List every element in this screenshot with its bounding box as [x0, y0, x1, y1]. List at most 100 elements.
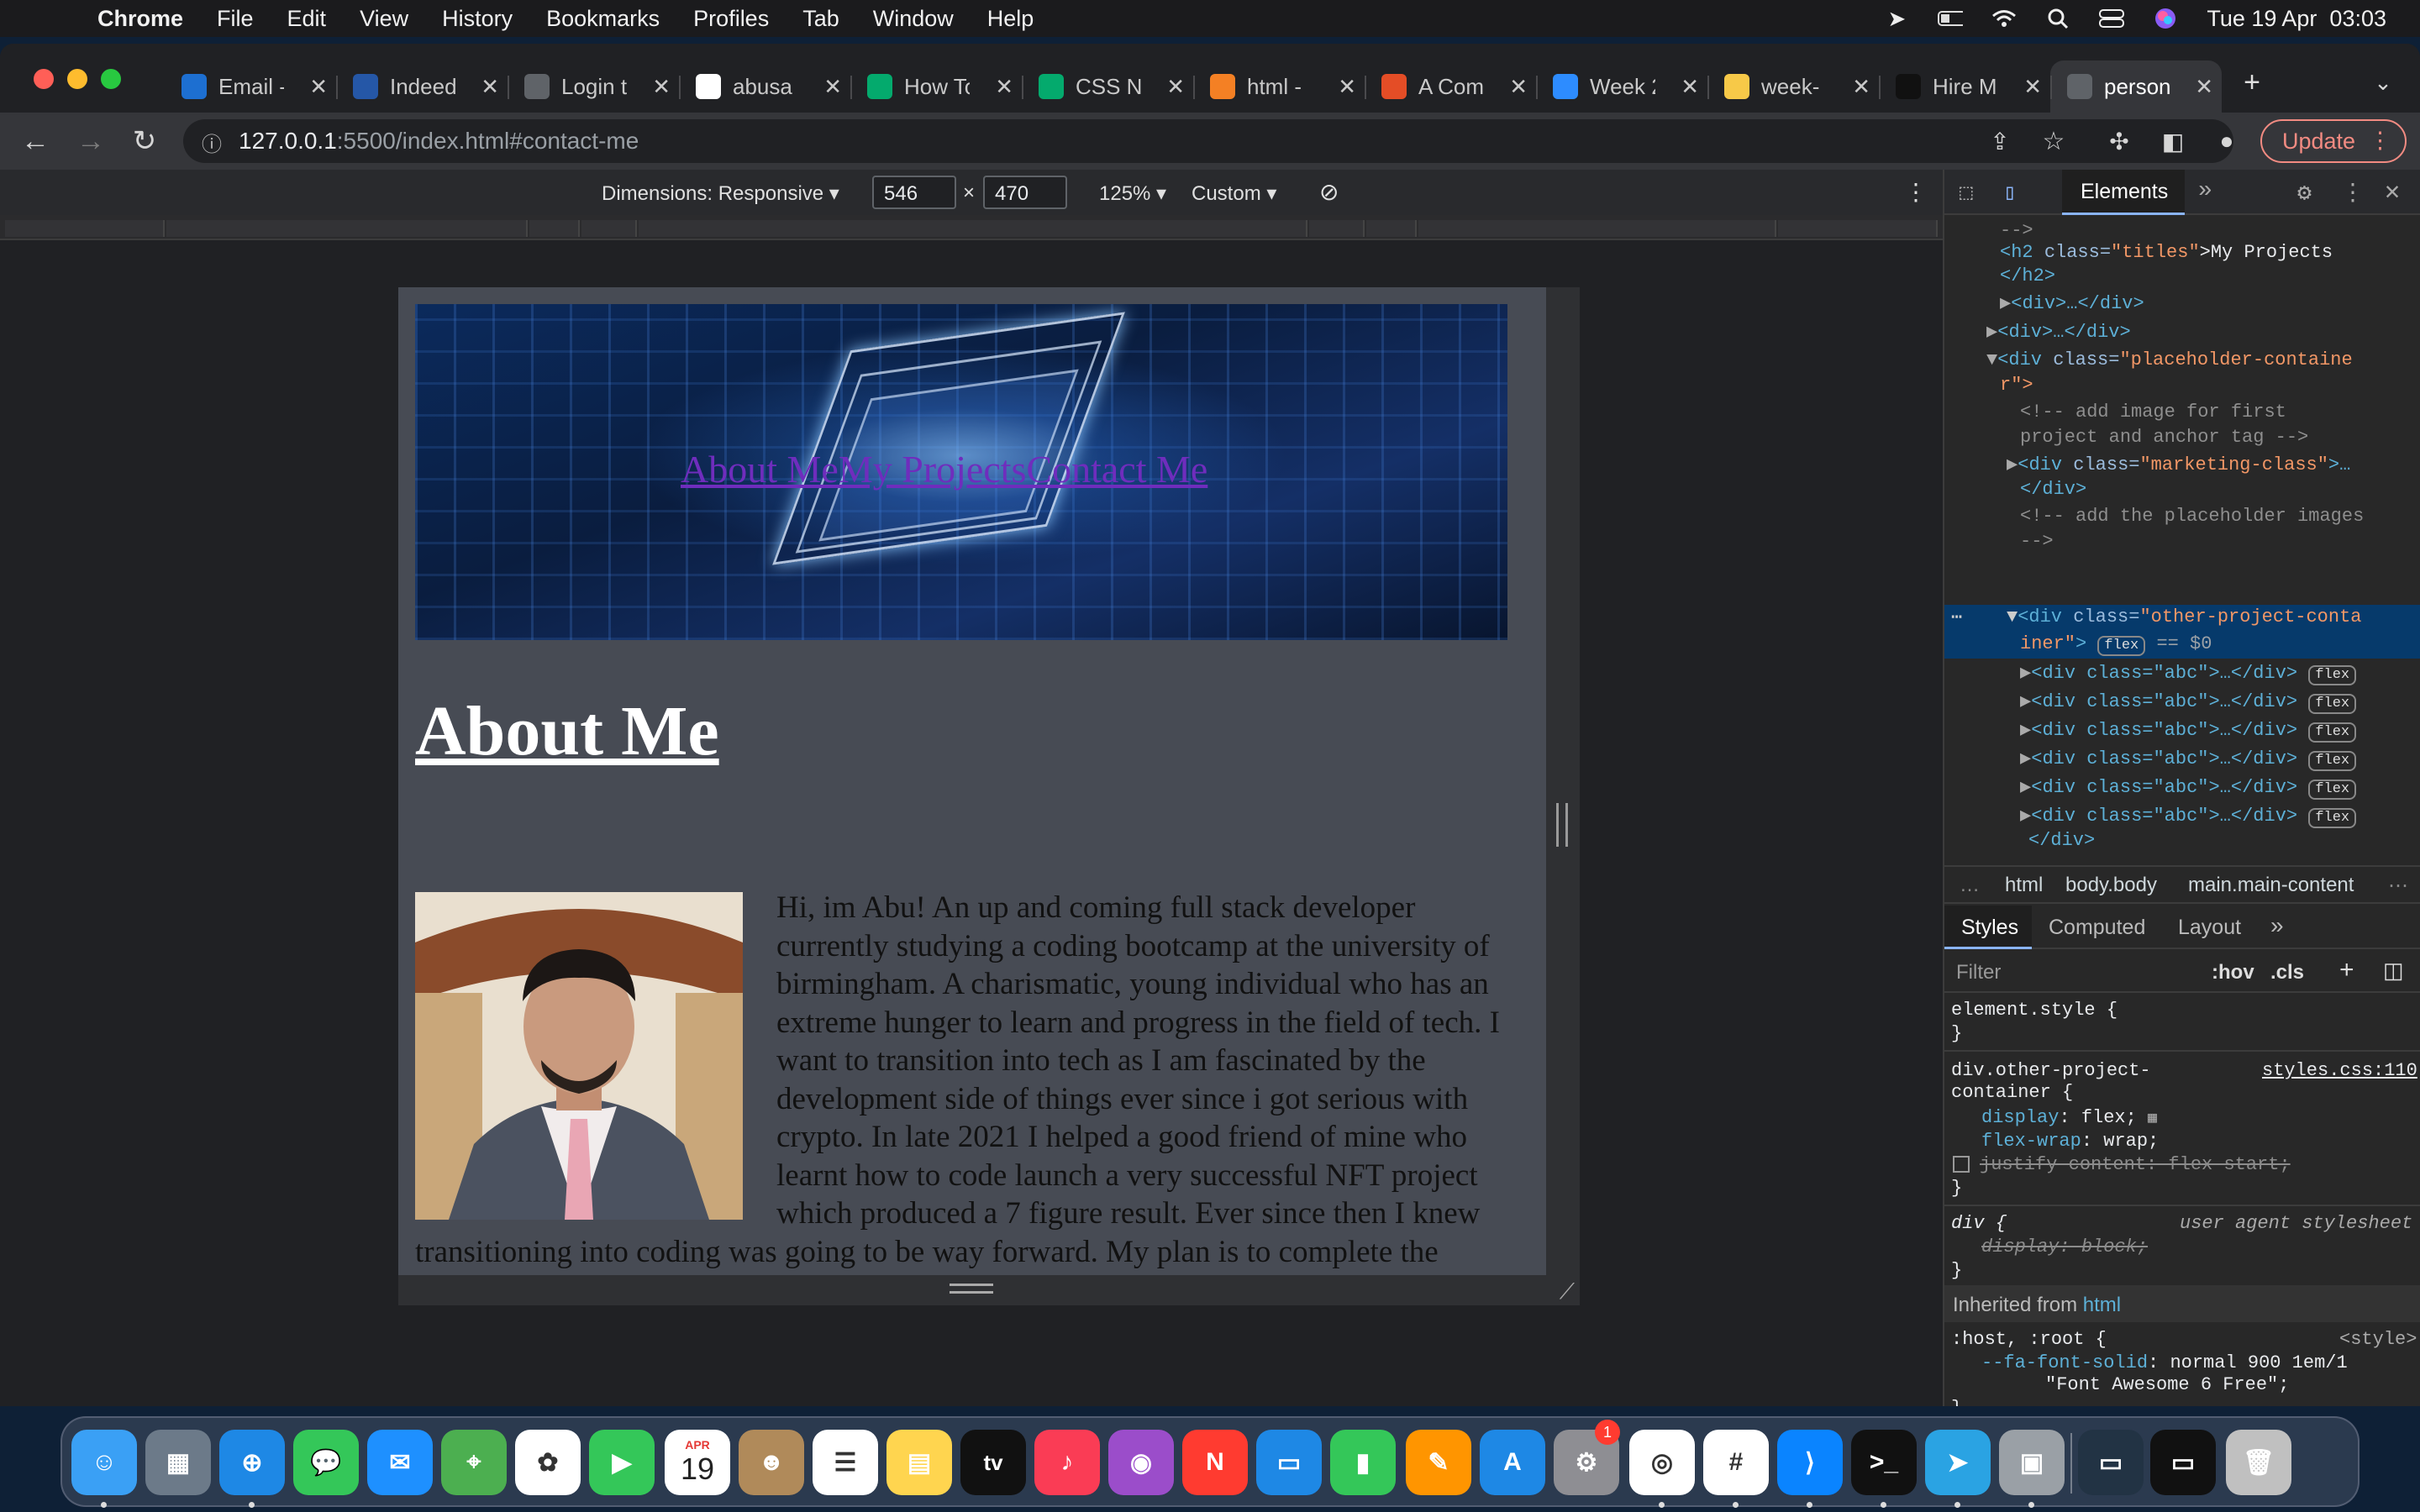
dom-comment[interactable]: <!-- add the placeholder images — [2020, 506, 2364, 527]
close-tab-icon[interactable]: ✕ — [823, 74, 842, 100]
device-options-icon[interactable]: ⋮ — [1904, 178, 1928, 206]
breadcrumb-main[interactable]: main.main-content — [2188, 874, 2354, 897]
flex-badge[interactable]: flex — [2308, 808, 2357, 828]
close-tab-icon[interactable]: ✕ — [2195, 74, 2213, 100]
close-tab-icon[interactable]: ✕ — [309, 74, 328, 100]
apple-tv-icon[interactable]: tv — [960, 1430, 1026, 1495]
breadcrumb-more-icon[interactable]: … — [1960, 874, 1980, 897]
more-tabs-icon[interactable]: » — [2198, 178, 2212, 204]
browser-tab[interactable]: abusa ✕ — [679, 60, 850, 113]
tab-styles[interactable]: Styles — [1944, 906, 2032, 949]
styles-filter-input[interactable]: Filter — [1956, 961, 2001, 984]
dom-line-abc[interactable]: ▶<div class="abc">…</div> flex — [2020, 748, 2357, 771]
reminders-icon[interactable]: ☰ — [813, 1430, 878, 1495]
menu-tab[interactable]: Tab — [802, 6, 839, 32]
flex-badge[interactable]: flex — [2308, 665, 2357, 685]
finder-icon[interactable]: ☺ — [71, 1430, 137, 1495]
menu-file[interactable]: File — [217, 6, 254, 32]
nav-links[interactable]: About MeMy ProjectsContact Me — [681, 447, 1207, 491]
safari-icon[interactable]: ⊕ — [219, 1430, 285, 1495]
contacts-icon[interactable]: ☻ — [739, 1430, 804, 1495]
trash-icon[interactable]: 🗑 — [2226, 1430, 2291, 1495]
notes-icon[interactable]: ▤ — [886, 1430, 952, 1495]
close-tab-icon[interactable]: ✕ — [1166, 74, 1185, 100]
menu-edit[interactable]: Edit — [287, 6, 327, 32]
tab-computed[interactable]: Computed — [2049, 916, 2145, 940]
launchpad-icon[interactable]: ▦ — [145, 1430, 211, 1495]
width-input[interactable]: 546 — [872, 176, 956, 209]
terminal-icon[interactable]: >_ — [1851, 1430, 1917, 1495]
bookmark-star-icon[interactable]: ☆ — [2037, 124, 2070, 158]
menu-help[interactable]: Help — [987, 6, 1034, 32]
maps-icon[interactable]: ⌖ — [441, 1430, 507, 1495]
browser-tab[interactable]: Week 2 ✕ — [1536, 60, 1707, 113]
new-rule-icon[interactable]: + — [2339, 956, 2354, 984]
tab-layout[interactable]: Layout — [2178, 916, 2241, 940]
devtools-menu-icon[interactable]: ⋮ — [2341, 178, 2365, 207]
extensions-puzzle-icon[interactable]: ✣ — [2102, 124, 2136, 158]
siri-icon[interactable] — [2153, 8, 2178, 29]
tab-elements[interactable]: Elements — [2062, 170, 2185, 215]
app-store-icon[interactable]: A — [1480, 1430, 1545, 1495]
share-icon[interactable]: ⇪ — [1983, 124, 2017, 158]
device-toggle-icon[interactable]: ▯ — [2003, 180, 2017, 206]
hov-button[interactable]: :hov — [2212, 961, 2254, 984]
dom-line[interactable]: </div> — [2020, 479, 2086, 500]
dom-line[interactable]: ▶<div>…</div> — [1986, 321, 2131, 343]
more-style-tabs-icon[interactable]: » — [2270, 912, 2284, 939]
mail-icon[interactable]: ✉ — [367, 1430, 433, 1495]
rule-selector[interactable]: div.other-project- — [1951, 1060, 2151, 1081]
css-declaration[interactable]: display: flex; ▦ — [1981, 1107, 2157, 1128]
viewport-resize-right[interactable] — [1546, 287, 1580, 1305]
podcasts-icon[interactable]: ◉ — [1108, 1430, 1174, 1495]
rule-selector[interactable]: container { — [1951, 1082, 2073, 1103]
close-tab-icon[interactable]: ✕ — [652, 74, 671, 100]
close-tab-icon[interactable]: ✕ — [481, 74, 499, 100]
chrome-icon[interactable]: ◎ — [1629, 1430, 1695, 1495]
menu-app-name[interactable]: Chrome — [97, 6, 183, 32]
rule-selector[interactable]: :host, :root { — [1951, 1329, 2107, 1350]
spotlight-search-icon[interactable] — [2045, 8, 2070, 29]
menu-bookmarks[interactable]: Bookmarks — [546, 6, 660, 32]
minimize-window-button[interactable] — [67, 69, 87, 89]
menu-profiles[interactable]: Profiles — [693, 6, 769, 32]
dom-line[interactable]: r"> — [2000, 375, 2033, 396]
dom-line[interactable]: ▼<div class="placeholder-containe — [1986, 349, 2353, 370]
height-input[interactable]: 470 — [983, 176, 1067, 209]
calendar-icon[interactable]: APR 19 — [665, 1430, 730, 1495]
css-declaration-overridden[interactable]: display: block; — [1981, 1236, 2148, 1257]
keynote-icon[interactable]: ▭ — [1256, 1430, 1322, 1495]
screen-recording-icon[interactable]: ▭ — [2150, 1430, 2216, 1495]
zoom-dropdown[interactable]: 125% ▾ — [1099, 181, 1166, 206]
throttle-dropdown[interactable]: Custom ▾ — [1192, 181, 1276, 206]
dom-line-abc[interactable]: ▶<div class="abc">…</div> flex — [2020, 805, 2357, 828]
menu-view[interactable]: View — [360, 6, 408, 32]
breadcrumb-html[interactable]: html — [2005, 874, 2043, 897]
news-icon[interactable]: N — [1182, 1430, 1248, 1495]
browser-tab[interactable]: html - ✕ — [1193, 60, 1365, 113]
dom-line[interactable]: ▶<div class="marketing-class">… — [2007, 454, 2350, 475]
dom-comment[interactable]: --> — [2020, 531, 2054, 552]
telegram-icon[interactable]: ➤ — [1925, 1430, 1991, 1495]
css-value-continuation[interactable]: "Font Awesome 6 Free"; — [2045, 1374, 2289, 1395]
dom-comment[interactable]: project and anchor tag --> — [2020, 427, 2308, 448]
resize-handle-bottom[interactable] — [950, 1284, 993, 1294]
browser-tab[interactable]: CSS N ✕ — [1022, 60, 1193, 113]
flex-badge[interactable]: flex — [2308, 751, 2357, 771]
style-source[interactable]: <style> — [2339, 1329, 2417, 1350]
browser-tab[interactable]: Email - ✕ — [165, 60, 336, 113]
toggle-sidebar-icon[interactable]: ◫ — [2383, 958, 2404, 984]
location-icon[interactable]: ➤ — [1884, 6, 1909, 31]
battery-icon[interactable] — [1938, 8, 1964, 29]
menubar-datetime[interactable]: Tue 19 Apr 03:03 — [2207, 6, 2386, 32]
tab-search-chevron-icon[interactable]: ⌄ — [2366, 66, 2400, 99]
dom-line-selected[interactable]: iner"> flex == $0 — [2020, 633, 2212, 656]
breadcrumb-menu-icon[interactable]: ⋯ — [2388, 874, 2408, 898]
flexbox-editor-icon[interactable]: ▦ — [2148, 1110, 2157, 1127]
flex-badge[interactable]: flex — [2308, 780, 2357, 800]
cls-button[interactable]: .cls — [2270, 961, 2304, 984]
wifi-icon[interactable] — [1991, 8, 2017, 29]
forward-arrow-icon[interactable]: → — [74, 124, 108, 158]
close-tab-icon[interactable]: ✕ — [1338, 74, 1356, 100]
media-query-ruler[interactable] — [0, 215, 1943, 240]
